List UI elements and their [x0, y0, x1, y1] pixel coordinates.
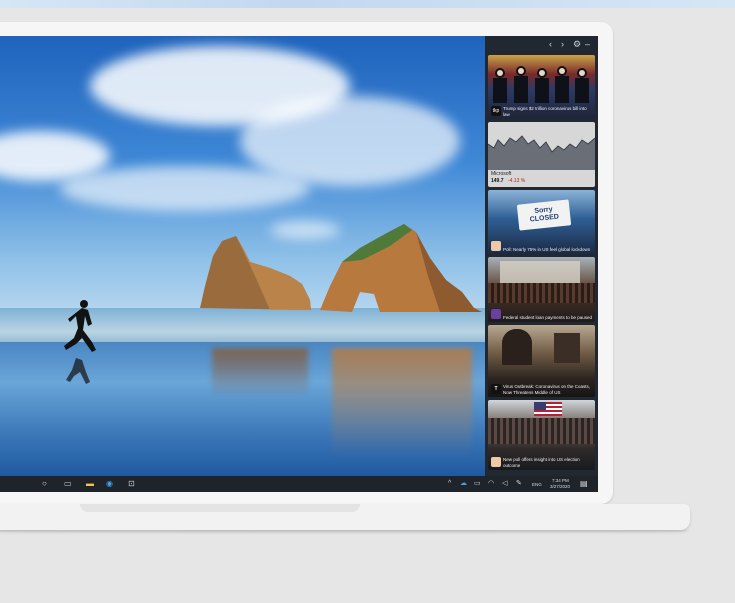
stock-card[interactable]: Microsoft 149.7 -4.13 %: [488, 122, 595, 187]
news-headline: Federal student loan payments to be paus…: [503, 314, 593, 320]
source-logo-icon: [491, 457, 501, 467]
laptop-screen: ‹ › ⚙ – tkp Trump signs $2 trillion coro…: [0, 36, 598, 492]
panel-header: ‹ › ⚙ –: [485, 36, 598, 54]
stock-name: Microsoft: [491, 171, 512, 177]
crowd-image: [488, 418, 595, 444]
news-widgets-panel: ‹ › ⚙ – tkp Trump signs $2 trillion coro…: [485, 36, 598, 476]
pen-icon[interactable]: ✎: [516, 479, 522, 489]
laptop-base-notch: [80, 504, 360, 512]
search-icon[interactable]: ○: [42, 479, 47, 489]
chevron-up-icon[interactable]: ^: [448, 479, 451, 489]
edge-icon[interactable]: ◉: [106, 479, 113, 489]
source-logo-icon: T: [491, 384, 501, 394]
sign-text: Sorry CLOSED: [529, 206, 560, 224]
source-logo-icon: [491, 309, 501, 319]
arched-doorway-image: [502, 329, 532, 365]
sorry-closed-sign: Sorry CLOSED: [516, 199, 572, 231]
building-window-image: [554, 333, 580, 363]
volume-icon[interactable]: ◁: [502, 479, 507, 489]
laptop-base: [0, 504, 690, 530]
news-card[interactable]: T Virus Outbreak: Coronavirus on the Coa…: [488, 325, 595, 397]
stock-price: 149.7: [491, 178, 504, 184]
source-logo-icon: tkp: [491, 106, 501, 116]
flag-icon: [534, 402, 562, 416]
news-card[interactable]: Federal student loan payments to be paus…: [488, 257, 595, 322]
language-indicator[interactable]: ENG: [532, 482, 542, 487]
taskbar: ○ ▭ ▬ ◉ ⊡ ^ ☁ ▭ ◠ ◁ ✎ ENG 7:34 PM 3/27/2…: [0, 476, 598, 492]
stock-change: -4.13 %: [508, 178, 526, 184]
stock-chart: [488, 135, 595, 170]
news-headline: Trump signs $2 trillion coronavirus bill…: [503, 106, 587, 117]
rock-reflection: [212, 348, 308, 398]
file-explorer-icon[interactable]: ▬: [86, 479, 94, 489]
source-logo-icon: [491, 241, 501, 251]
news-card[interactable]: New poll offers insight into US election…: [488, 400, 595, 470]
runner-silhouette: [64, 300, 96, 384]
news-headline: New poll offers insight into US election…: [503, 457, 580, 468]
network-icon[interactable]: ◠: [488, 479, 494, 489]
crowd-image: [488, 283, 595, 303]
notification-icon[interactable]: ▤: [580, 479, 588, 489]
news-card[interactable]: Sorry CLOSED Poll: Nearly 75% in US feel…: [488, 190, 595, 254]
news-headline: Poll: Nearly 75% in US feel global lockd…: [503, 246, 591, 252]
clock-time[interactable]: 7:34 PM: [552, 478, 569, 483]
page-top-edge: [0, 0, 735, 8]
building-image: [500, 261, 580, 283]
store-icon[interactable]: ⊡: [128, 479, 135, 489]
rock-reflection: [332, 348, 472, 458]
chevron-right-icon[interactable]: ›: [561, 39, 564, 49]
news-headline: Virus Outbreak: Coronavirus on the Coast…: [503, 384, 590, 395]
news-image-people: [493, 66, 589, 103]
onedrive-icon[interactable]: ☁: [460, 479, 467, 489]
battery-icon[interactable]: ▭: [474, 479, 481, 489]
minimize-icon[interactable]: –: [585, 39, 590, 49]
news-card[interactable]: tkp Trump signs $2 trillion coronavirus …: [488, 55, 595, 119]
gear-icon[interactable]: ⚙: [573, 39, 581, 49]
task-view-icon[interactable]: ▭: [64, 479, 72, 489]
clock-date[interactable]: 3/27/2020: [550, 484, 570, 489]
chevron-left-icon[interactable]: ‹: [549, 39, 552, 49]
